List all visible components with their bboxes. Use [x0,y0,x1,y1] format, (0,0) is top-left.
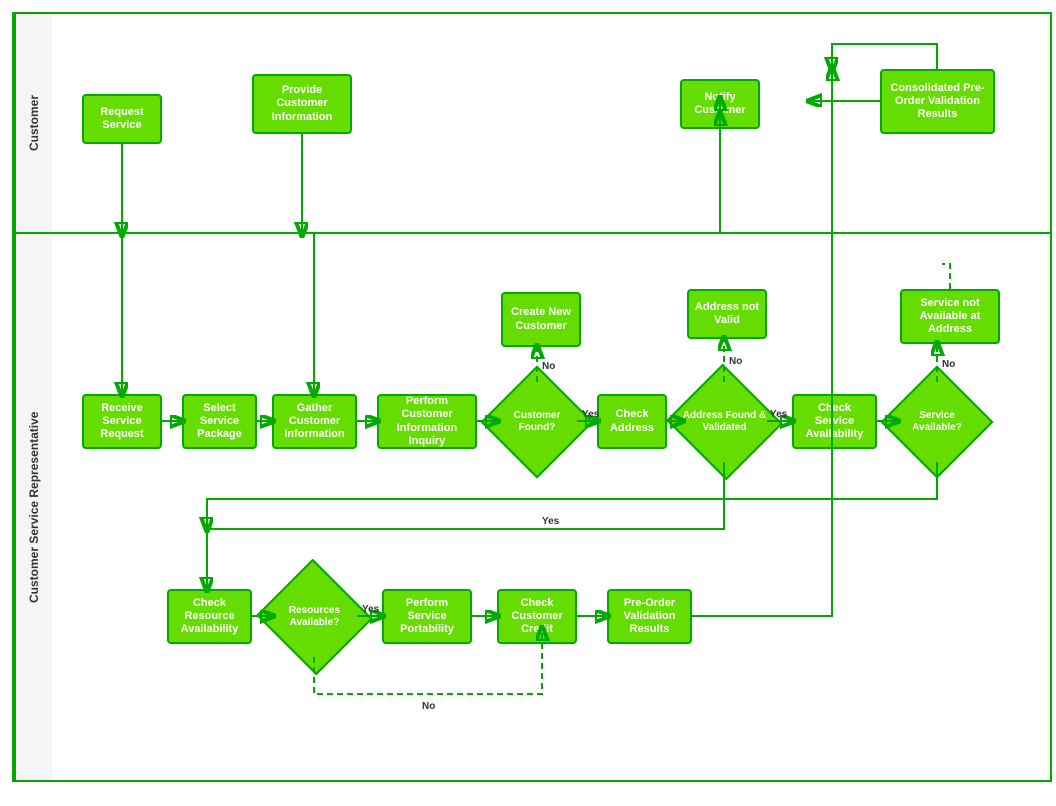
svg-text:No: No [422,701,435,712]
perform-customer-inquiry-box: Perform Customer Information Inquiry [377,394,477,449]
create-new-customer-box: Create New Customer [501,292,581,347]
csr-lane-content: Receive Service Request Select Service P… [52,234,1050,780]
main-diagram: Customer Request Service Provide Custome… [12,12,1052,782]
swim-lane-customer: Customer Request Service Provide Custome… [14,14,1050,234]
service-available-diamond: Service Available? [897,382,977,462]
check-customer-credit-box: Check Customer Credit [497,589,577,644]
request-service-box: Request Service [82,94,162,144]
swim-lane-csr: Customer Service Representative Receive … [14,234,1050,780]
check-service-availability-box: Check Service Availability [792,394,877,449]
consolidated-pre-order-box: Consolidated Pre-Order Validation Result… [880,69,995,134]
receive-service-request-box: Receive Service Request [82,394,162,449]
select-service-package-box: Select Service Package [182,394,257,449]
check-address-box: Check Address [597,394,667,449]
svg-text:Yes: Yes [542,516,560,527]
service-not-available-box: Service not Available at Address [900,289,1000,344]
svg-text:No: No [942,359,955,370]
gather-customer-info-box: Gather Customer Information [272,394,357,449]
address-found-diamond: Address Found & Validated [682,382,767,462]
resources-available-diamond: Resources Available? [272,577,357,657]
customer-found-diamond: Customer Found? [497,382,577,462]
svg-text:No: No [542,361,555,372]
notify-customer-box: Notify Customer [680,79,760,129]
customer-lane-label: Customer [14,14,52,232]
csr-lane-label: Customer Service Representative [14,234,52,780]
customer-lane-content: Request Service Provide Customer Informa… [52,14,1050,232]
address-not-valid-box: Address not Valid [687,289,767,339]
svg-text:No: No [729,356,742,367]
check-resource-availability-box: Check Resource Availability [167,589,252,644]
pre-order-validation-box: Pre-Order Validation Results [607,589,692,644]
perform-service-portability-box: Perform Service Portability [382,589,472,644]
provide-customer-info-box: Provide Customer Information [252,74,352,134]
